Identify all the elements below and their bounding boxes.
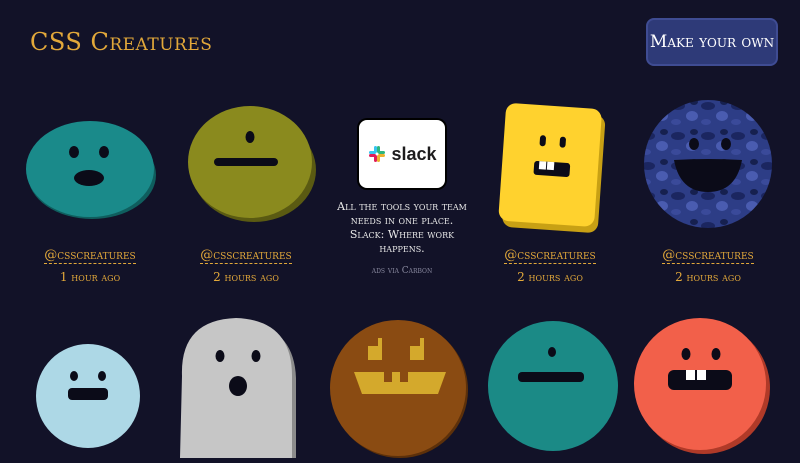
creature-yellow-square[interactable] — [492, 98, 612, 236]
creature-time: 2 hours ago — [675, 270, 741, 284]
creature-teal-oneeye[interactable] — [486, 318, 620, 458]
slack-icon — [369, 146, 386, 162]
page-title: CSS Creatures — [30, 28, 213, 56]
creature-time: 2 hours ago — [517, 270, 583, 284]
creature-gray-blob[interactable] — [174, 318, 302, 458]
creature-coral-round[interactable] — [632, 316, 772, 458]
creature-time: 1 hour ago — [59, 270, 121, 284]
creature-meta-2: @csscreatures 2 hours ago — [176, 244, 316, 284]
ad-via-carbon[interactable]: ads via Carbon — [332, 266, 472, 276]
creature-lightblue-round[interactable] — [36, 338, 140, 458]
creature-author-link[interactable]: @csscreatures — [662, 248, 754, 264]
creature-teal-round[interactable] — [24, 112, 160, 222]
creature-olive-round[interactable] — [186, 100, 318, 224]
make-your-own-button[interactable]: Make your own — [646, 18, 778, 66]
ad-text[interactable]: All the tools your team needs in one pla… — [332, 200, 472, 256]
carbon-ad[interactable]: slack All the tools your team needs in o… — [332, 120, 472, 276]
creature-meta-4: @csscreatures 2 hours ago — [638, 244, 778, 284]
creature-pumpkin-round[interactable] — [330, 318, 470, 458]
slack-wordmark: slack — [391, 143, 437, 164]
slack-logo[interactable]: slack — [359, 120, 445, 188]
creature-author-link[interactable]: @csscreatures — [200, 248, 292, 264]
creature-time: 2 hours ago — [213, 270, 279, 284]
creature-meta-3: @csscreatures 2 hours ago — [480, 244, 620, 284]
creature-author-link[interactable]: @csscreatures — [44, 248, 136, 264]
creature-meta-1: @csscreatures 1 hour ago — [20, 244, 160, 284]
creature-author-link[interactable]: @csscreatures — [504, 248, 596, 264]
creature-camo-round[interactable] — [640, 98, 776, 230]
